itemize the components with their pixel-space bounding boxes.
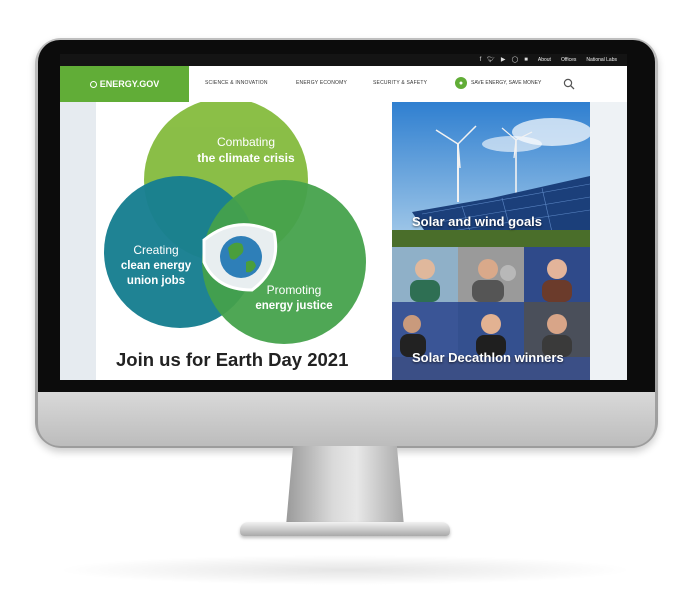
utility-link-offices[interactable]: Offices xyxy=(561,54,576,66)
nav-science-innovation[interactable]: SCIENCE & INNOVATION xyxy=(205,80,268,86)
screen: f 🐦︎ ▶ ◯ ■ About Offices National Labs E… xyxy=(60,54,627,380)
video-call-participant xyxy=(392,302,458,357)
logo-text: ENERGY.GOV xyxy=(99,79,160,89)
hero-banner[interactable]: Combating the climate crisis Creating cl… xyxy=(96,102,392,380)
utility-bar: f 🐦︎ ▶ ◯ ■ About Offices National Labs xyxy=(60,54,627,66)
right-gutter xyxy=(590,102,627,380)
circle-top-line1: Combating xyxy=(217,135,275,149)
tile-solar-decathlon[interactable]: Solar Decathlon winners xyxy=(392,247,590,380)
globe-icon xyxy=(220,236,262,278)
twitter-icon[interactable]: 🐦︎ xyxy=(487,54,495,66)
video-call-participant xyxy=(524,247,590,302)
nav-save-energy[interactable]: ● SAVE ENERGY, SAVE MONEY xyxy=(455,77,541,89)
nav-energy-economy[interactable]: ENERGY ECONOMY xyxy=(296,80,347,86)
youtube-icon[interactable]: ▶ xyxy=(501,54,506,66)
circle-left-line2: clean energy xyxy=(121,260,192,272)
facebook-icon[interactable]: f xyxy=(480,54,482,66)
video-call-participant xyxy=(458,247,524,302)
main-nav: ENERGY.GOV SCIENCE & INNOVATION ENERGY E… xyxy=(60,66,627,102)
video-call-participant xyxy=(392,247,458,302)
lightbulb-icon: ● xyxy=(455,77,467,89)
search-icon[interactable] xyxy=(563,78,575,90)
video-call-participant xyxy=(458,302,524,357)
circle-right-line2: energy justice xyxy=(255,300,332,312)
tile-label-solar-wind: Solar and wind goals xyxy=(412,214,543,229)
utility-link-about[interactable]: About xyxy=(538,54,551,66)
circle-top-line2: the climate crisis xyxy=(197,151,295,165)
left-gutter xyxy=(60,102,96,380)
linkedin-icon[interactable]: ■ xyxy=(524,54,528,66)
video-call-participant xyxy=(524,302,590,357)
monitor-shadow xyxy=(55,555,635,585)
circle-left-line1: Creating xyxy=(133,243,178,257)
nav-security-safety[interactable]: SECURITY & SAFETY xyxy=(373,80,427,86)
save-energy-label: SAVE ENERGY, SAVE MONEY xyxy=(471,80,542,86)
utility-link-national-labs[interactable]: National Labs xyxy=(586,54,617,66)
energy-logo-icon xyxy=(89,80,97,88)
hero-caption: Join us for Earth Day 2021 xyxy=(116,349,349,370)
feature-tiles: Solar and wind goals Solar Decathlon win… xyxy=(392,102,590,380)
circle-right-line1: Promoting xyxy=(267,283,322,297)
monitor-chin xyxy=(38,392,655,446)
monitor-stand-neck xyxy=(286,446,404,526)
tile-label-solar-decathlon: Solar Decathlon winners xyxy=(412,350,564,365)
instagram-icon[interactable]: ◯ xyxy=(512,54,519,66)
monitor-stand-base xyxy=(240,522,450,536)
tile-solar-wind[interactable]: Solar and wind goals xyxy=(392,102,590,247)
site-logo[interactable]: ENERGY.GOV xyxy=(60,66,189,102)
circle-left-line3: union jobs xyxy=(127,275,185,287)
venn-diagram: Combating the climate crisis Creating cl… xyxy=(104,102,366,344)
